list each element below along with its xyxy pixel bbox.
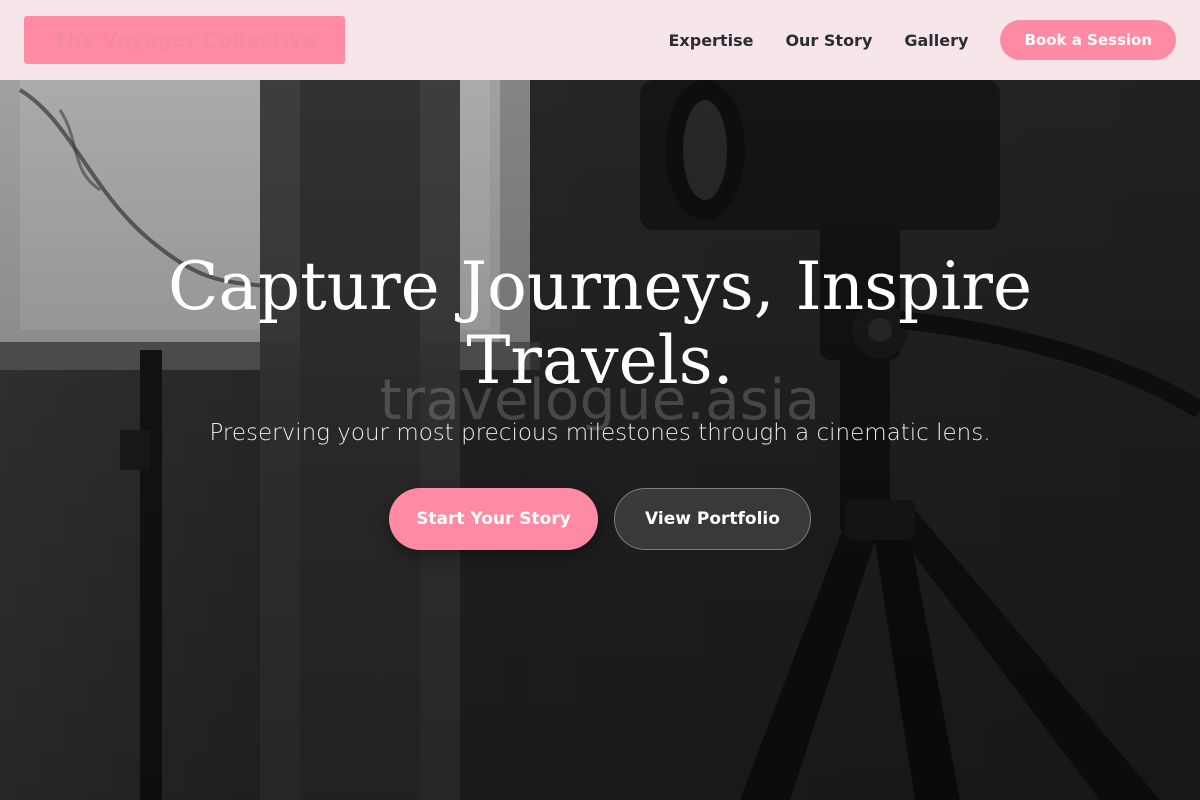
nav-link-our-story[interactable]: Our Story — [785, 31, 872, 50]
view-portfolio-button[interactable]: View Portfolio — [614, 488, 811, 550]
hero-content: Capture Journeys, Inspire Travels. Prese… — [150, 250, 1050, 550]
site-header: The Voyager Collective Expertise Our Sto… — [0, 0, 1200, 80]
hero-section: travelogue.asia Capture Journeys, Inspir… — [0, 80, 1200, 800]
book-session-button[interactable]: Book a Session — [1000, 20, 1176, 60]
hero-cta-group: Start Your Story View Portfolio — [150, 488, 1050, 550]
hero-title: Capture Journeys, Inspire Travels. — [167, 248, 1033, 399]
hero-subtitle: Preserving your most precious milestones… — [209, 420, 991, 446]
nav-link-expertise[interactable]: Expertise — [668, 31, 753, 50]
main-nav: Expertise Our Story Gallery Book a Sessi… — [668, 20, 1176, 60]
start-story-button[interactable]: Start Your Story — [389, 488, 598, 550]
site-logo[interactable]: The Voyager Collective — [24, 16, 345, 64]
nav-link-gallery[interactable]: Gallery — [904, 31, 968, 50]
